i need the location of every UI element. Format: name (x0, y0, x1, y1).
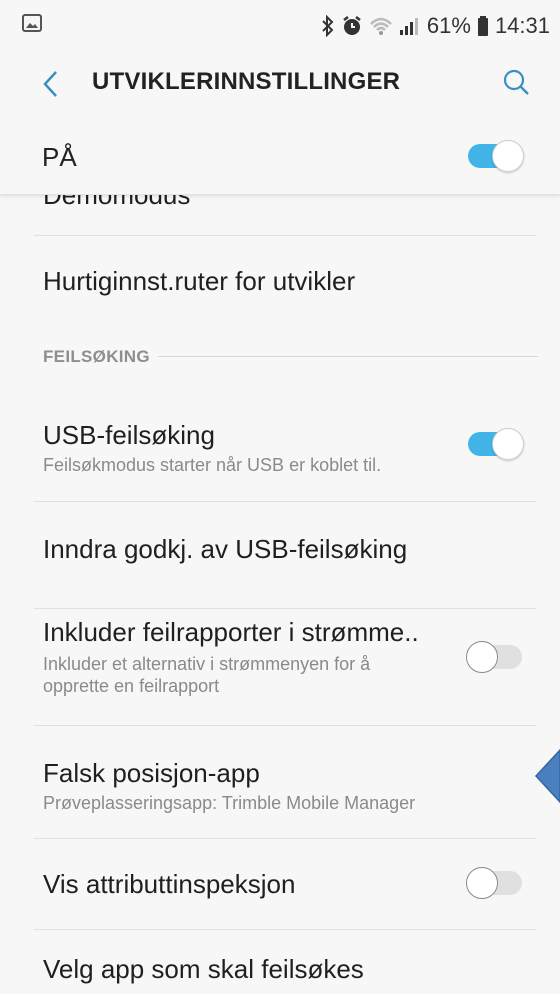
master-switch-row[interactable]: PÅ (0, 116, 560, 195)
list-item-bug-report[interactable]: Inkluder feilrapporter i strømme.. Inklu… (0, 609, 560, 725)
alarm-icon (341, 15, 363, 37)
list-item-mock-location[interactable]: Falsk posisjon-app Prøveplasseringsapp: … (0, 726, 560, 838)
list-item-quick-tiles[interactable]: Hurtiginnst.ruter for utvikler (0, 236, 560, 326)
status-bar: 61% 14:31 (0, 0, 560, 52)
list-item-revoke-usb[interactable]: Inndra godkj. av USB-feilsøking (0, 502, 560, 610)
list-item-usb-debugging[interactable]: USB-feilsøking Feilsøkmodus starter når … (0, 394, 560, 502)
item-subtitle: Inkluder et alternativ i strømmenyen for… (43, 654, 371, 696)
section-divider (158, 356, 538, 357)
annotation-arrow-icon (510, 748, 560, 804)
wifi-icon (369, 16, 393, 36)
list-item-demomodus[interactable]: Demomodus (0, 194, 560, 234)
bluetooth-icon (321, 15, 335, 37)
item-subtitle: Prøveplasseringsapp: Trimble Mobile Mana… (43, 793, 416, 813)
list-item-attribute-inspection[interactable]: Vis attributtinspeksjon (0, 839, 560, 929)
battery-icon (477, 15, 489, 37)
item-title: Inndra godkj. av USB-feilsøking (43, 534, 408, 564)
image-icon (22, 14, 42, 32)
item-title: Velg app som skal feilsøkes (43, 954, 364, 984)
app-bar: UTVIKLERINNSTILLINGER (0, 52, 560, 114)
item-title: Demomodus (43, 194, 191, 210)
item-title: Falsk posisjon-app (43, 758, 260, 788)
master-switch-label: PÅ (42, 142, 77, 172)
attribute-inspection-toggle[interactable] (466, 867, 524, 899)
bug-report-toggle[interactable] (466, 641, 524, 673)
clock: 14:31 (494, 13, 550, 38)
search-icon[interactable] (496, 62, 536, 102)
page-title: UTVIKLERINNSTILLINGER (92, 68, 401, 95)
usb-debugging-toggle[interactable] (466, 428, 524, 460)
item-title: USB-feilsøking (43, 420, 215, 450)
settings-list[interactable]: Demomodus Hurtiginnst.ruter for utvikler… (0, 194, 560, 994)
item-title: Vis attributtinspeksjon (43, 869, 296, 899)
list-item-debug-app[interactable]: Velg app som skal feilsøkes (0, 930, 560, 994)
master-toggle[interactable] (466, 140, 524, 172)
item-title: Inkluder feilrapporter i strømme.. (43, 617, 419, 647)
item-subtitle: Feilsøkmodus starter når USB er koblet t… (43, 455, 382, 475)
back-arrow-icon[interactable] (30, 64, 70, 104)
item-title: Hurtiginnst.ruter for utvikler (43, 266, 356, 296)
signal-icon (399, 16, 421, 36)
battery-percent: 61% (426, 13, 471, 38)
section-header: FEILSØKING (43, 347, 150, 366)
